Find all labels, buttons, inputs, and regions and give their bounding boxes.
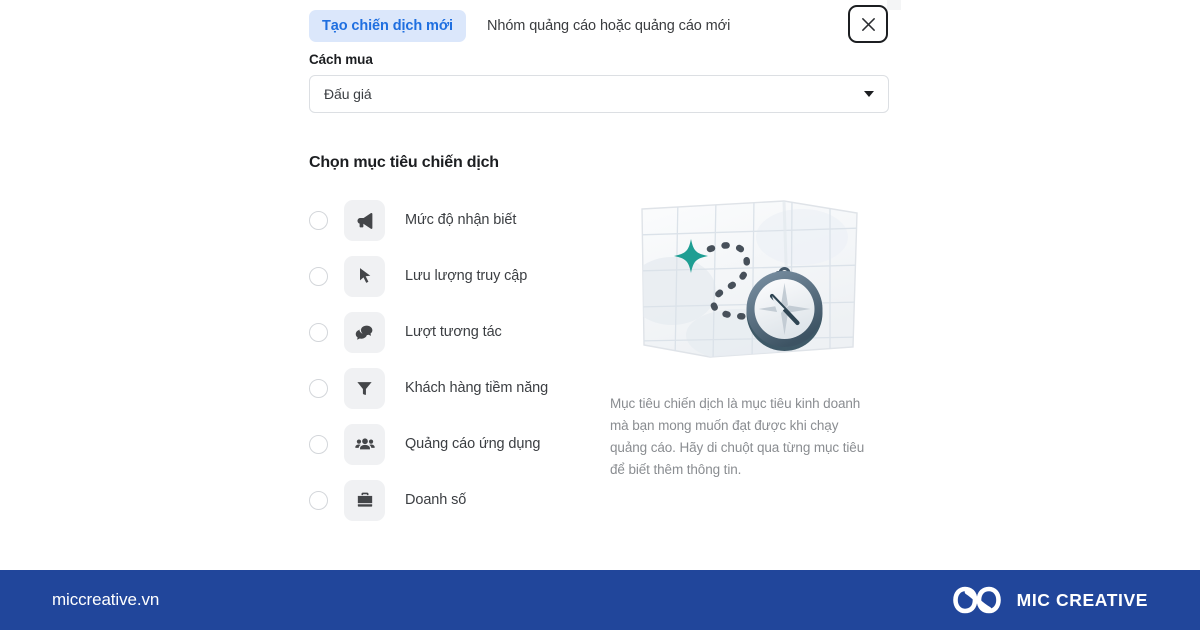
cursor-arrow-icon [344, 255, 385, 297]
radio-leads[interactable] [309, 378, 328, 398]
footer-website-url: miccreative.vn [52, 590, 160, 609]
objective-label-awareness: Mức độ nhận biết [405, 212, 517, 228]
objective-row-traffic[interactable]: Lưu lượng truy cập [309, 248, 599, 304]
objectives-section-title: Chọn mục tiêu chiến dịch [309, 154, 499, 171]
briefcase-icon [344, 479, 385, 521]
radio-engagement[interactable] [309, 322, 328, 342]
objective-info-panel: Mục tiêu chiến dịch là mục tiêu kinh doa… [599, 192, 889, 528]
objective-label-traffic: Lưu lượng truy cập [405, 268, 528, 284]
megaphone-icon [344, 199, 385, 241]
objective-label-engagement: Lượt tương tác [405, 324, 502, 340]
objective-label-app-promotion: Quảng cáo ứng dụng [405, 436, 541, 452]
objective-row-awareness[interactable]: Mức độ nhận biết [309, 192, 599, 248]
objective-label-leads: Khách hàng tiềm năng [405, 380, 549, 396]
buying-type-select[interactable]: Đấu giá [309, 75, 889, 113]
objective-help-text: Mục tiêu chiến dịch là mục tiêu kinh doa… [610, 396, 865, 477]
tab-create-new-campaign[interactable]: Tạo chiến dịch mới [309, 9, 466, 42]
objective-label-sales: Doanh số [405, 492, 467, 508]
objective-row-leads[interactable]: Khách hàng tiềm năng [309, 360, 599, 416]
chat-bubbles-icon [344, 311, 385, 353]
objective-row-app-promotion[interactable]: Quảng cáo ứng dụng [309, 416, 599, 472]
tab-bar: Tạo chiến dịch mới Nhóm quảng cáo hoặc q… [309, 0, 889, 46]
close-icon [861, 17, 875, 31]
footer-brand-name: MIC CREATIVE [1016, 589, 1148, 610]
radio-traffic[interactable] [309, 266, 328, 286]
buying-type-value: Đấu giá [324, 86, 372, 102]
chevron-down-icon [864, 91, 874, 97]
buying-type-label: Cách mua [309, 52, 373, 67]
objective-row-engagement[interactable]: Lượt tương tác [309, 304, 599, 360]
objective-list: Mức độ nhận biết Lưu lượng truy cập Lượt… [309, 192, 599, 528]
radio-app-promotion[interactable] [309, 434, 328, 454]
people-group-icon [344, 423, 385, 465]
corner-artifact [887, 0, 901, 10]
funnel-icon [344, 367, 385, 409]
objective-row-sales[interactable]: Doanh số [309, 472, 599, 528]
map-with-compass-illustration [634, 195, 865, 371]
tab-new-adset-or-ad[interactable]: Nhóm quảng cáo hoặc quảng cáo mới [487, 18, 730, 34]
infinity-loop-logo [951, 585, 1003, 615]
objectives-body: Mức độ nhận biết Lưu lượng truy cập Lượt… [309, 192, 889, 528]
radio-awareness[interactable] [309, 210, 328, 230]
campaign-creation-panel: Tạo chiến dịch mới Nhóm quảng cáo hoặc q… [309, 0, 889, 528]
footer-brand: MIC CREATIVE [951, 585, 1148, 615]
close-dialog-button[interactable] [848, 5, 888, 43]
radio-sales[interactable] [309, 490, 328, 510]
footer-bar: miccreative.vn MIC CREATIVE [0, 570, 1200, 630]
